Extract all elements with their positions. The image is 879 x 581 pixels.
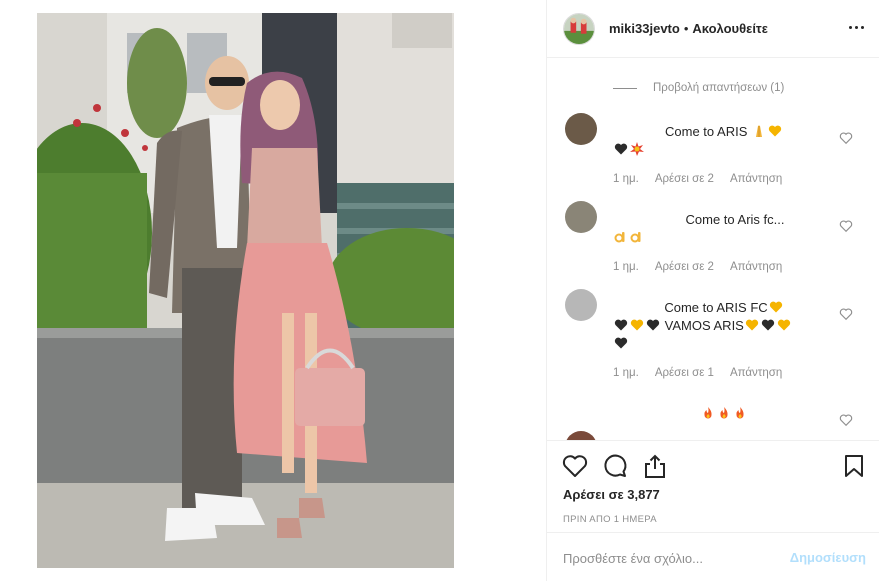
post-time-ago: ΠΡΙΝ ΑΠΟ 1 ΗΜΕΡΑ — [563, 514, 657, 525]
comment-text: Come to ARIS FC VAMOS ARIS — [613, 299, 835, 353]
post-media-panel — [0, 0, 546, 581]
comment-likes[interactable]: Αρέσει σε 1 — [655, 367, 714, 379]
comment-meta: 1 ημ. Αρέσει σε 2 Απάντηση — [613, 173, 798, 185]
commenter-avatar[interactable] — [565, 113, 597, 145]
folded-hands-emoji — [752, 124, 766, 138]
comment-likes[interactable]: Αρέσει σε 2 — [655, 173, 714, 185]
comment-input[interactable] — [563, 547, 783, 569]
comment-meta: 1 ημ. Αρέσει σε 1 Απάντηση — [613, 367, 798, 379]
view-replies-button[interactable]: Προβολή απαντήσεων (1) — [613, 82, 784, 94]
fire-emoji — [701, 406, 715, 420]
yellow-heart-emoji — [630, 318, 644, 332]
black-heart-emoji — [614, 142, 628, 156]
post-photo[interactable] — [37, 13, 454, 568]
like-comment-icon[interactable] — [839, 219, 853, 233]
view-replies-label: Προβολή απαντήσεων (1) — [653, 82, 785, 94]
comment-time: 1 ημ. — [613, 261, 639, 273]
comments-list[interactable]: Προβολή απαντήσεων (1) Come to ARIS 1 ημ… — [547, 59, 879, 440]
yellow-heart-emoji — [745, 318, 759, 332]
comment-icon[interactable] — [602, 453, 628, 479]
avatar-image — [564, 13, 594, 44]
comment-time: 1 ημ. — [613, 173, 639, 185]
commenter-avatar[interactable] — [565, 289, 597, 321]
fire-emoji — [717, 406, 731, 420]
header-separator: • — [683, 21, 689, 36]
comment-text: Come to Aris fc... — [613, 211, 835, 247]
fire-emoji — [733, 406, 747, 420]
comment-text — [613, 405, 835, 423]
comment-likes[interactable]: Αρέσει σε 2 — [655, 261, 714, 273]
ok-hand-emoji — [614, 230, 628, 244]
comment-body: Come to ARIS FC — [664, 300, 768, 315]
following-button[interactable]: Ακολουθείτε — [692, 21, 768, 36]
comment-body: Come to Aris fc... — [685, 212, 785, 227]
comment-text: Come to ARIS — [613, 123, 835, 159]
black-heart-emoji — [646, 318, 660, 332]
heart-icon[interactable] — [562, 453, 588, 479]
black-heart-emoji — [614, 336, 628, 350]
add-comment-bar: Δημοσίευση — [547, 532, 879, 581]
comment-body-line2: VAMOS ARIS — [664, 318, 744, 333]
like-comment-icon[interactable] — [839, 413, 853, 427]
yellow-heart-emoji — [768, 124, 782, 138]
comment-time: 1 ημ. — [613, 367, 639, 379]
post-photo-illustration — [37, 13, 454, 568]
black-heart-emoji — [614, 318, 628, 332]
yellow-heart-emoji — [777, 318, 791, 332]
reply-button[interactable]: Απάντηση — [730, 173, 782, 185]
reply-button[interactable]: Απάντηση — [730, 261, 782, 273]
post-header: miki33jevto • Ακολουθείτε — [547, 0, 879, 58]
commenter-avatar[interactable] — [565, 431, 597, 440]
commenter-avatar[interactable] — [565, 201, 597, 233]
black-heart-emoji — [761, 318, 775, 332]
author-avatar[interactable] — [563, 12, 595, 45]
bookmark-icon[interactable] — [841, 453, 867, 479]
collision-emoji — [630, 142, 644, 156]
like-comment-icon[interactable] — [839, 307, 853, 321]
author-username[interactable]: miki33jevto — [609, 21, 680, 36]
likes-count[interactable]: Αρέσει σε 3,877 — [563, 487, 660, 502]
post-comment-button[interactable]: Δημοσίευση — [790, 550, 866, 565]
ok-hand-emoji — [630, 230, 644, 244]
share-icon[interactable] — [642, 453, 668, 479]
like-comment-icon[interactable] — [839, 131, 853, 145]
yellow-heart-emoji — [769, 300, 783, 314]
more-options-icon[interactable] — [846, 17, 866, 37]
comment-meta: 1 ημ. Αρέσει σε 2 Απάντηση — [613, 261, 798, 273]
post-actions: Αρέσει σε 3,877 ΠΡΙΝ ΑΠΟ 1 ΗΜΕΡΑ — [547, 440, 879, 532]
replies-line — [613, 87, 637, 89]
reply-button[interactable]: Απάντηση — [730, 367, 782, 379]
comment-body: Come to ARIS — [665, 124, 748, 139]
post-side-panel: miki33jevto • Ακολουθείτε Προβολή απαντή… — [546, 0, 879, 581]
